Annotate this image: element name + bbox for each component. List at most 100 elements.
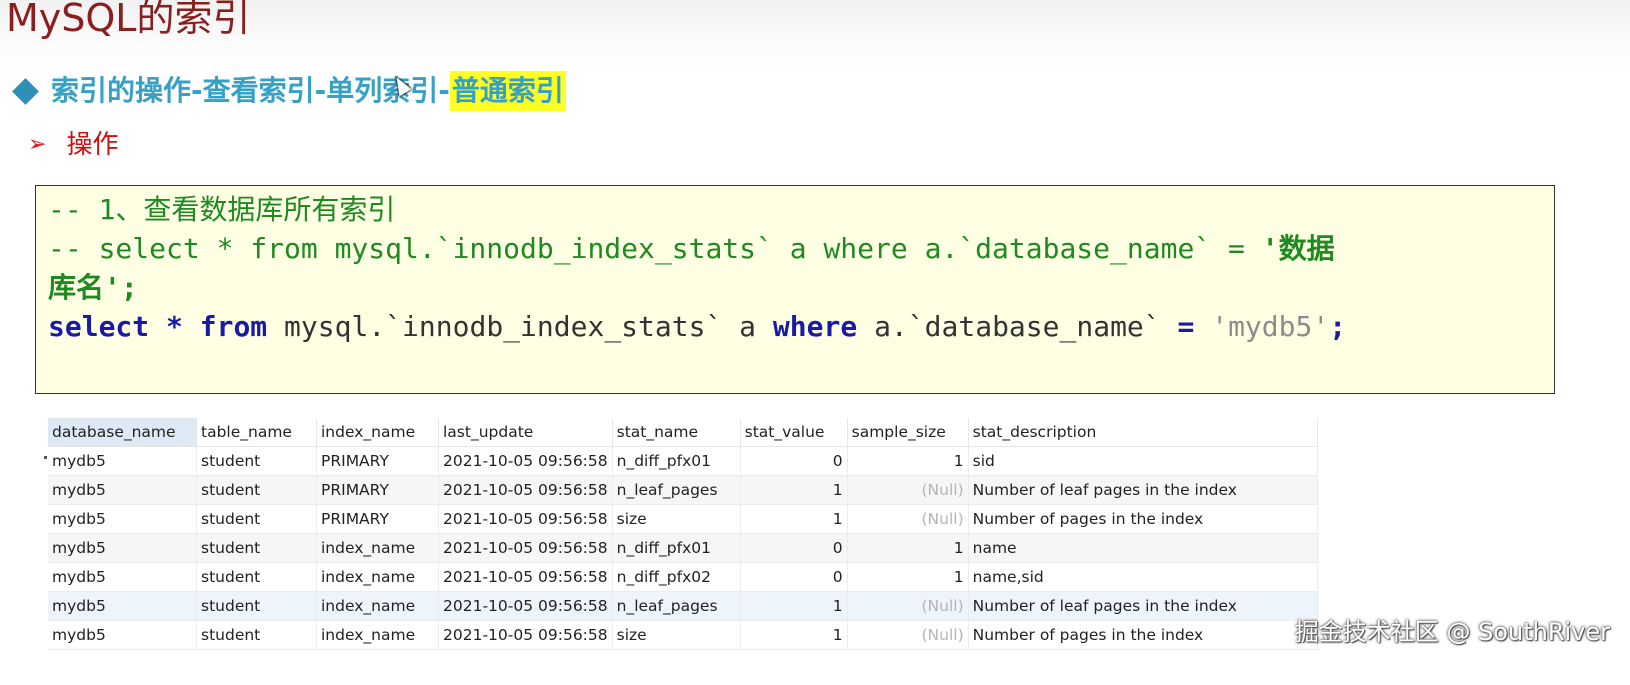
code-keyword: * [166,310,183,343]
code-line-4: select * from mysql.`innodb_index_stats`… [48,307,1542,346]
table-cell[interactable]: index_name [316,533,439,563]
table-cell[interactable]: 1 [847,562,969,592]
table-cell[interactable]: 2021-10-05 09:56:58 [438,620,613,650]
code-comment: -- 1、查看数据库所有索引 [48,193,396,226]
diamond-bullet-icon [12,77,39,105]
code-keyword: from [199,310,268,343]
table-cell[interactable]: mydb5 [48,620,197,650]
table-cell[interactable]: size [612,620,741,650]
table-cell[interactable]: name,sid [968,562,1318,592]
table-cell[interactable]: student [196,446,317,476]
table-row[interactable]: mydb5 student PRIMARY 2021-10-05 09:56:58 n_… [48,475,1318,505]
table-row[interactable]: mydb5 student index_name 2021-10-05 09:56:5… [48,620,1318,650]
code-comment-string: '数据 [1261,232,1335,265]
table-cell[interactable]: student [196,533,317,563]
code-identifier: a.`database_name` [874,310,1161,343]
column-header[interactable]: stat_name [612,418,741,447]
section-heading: 索引的操作-查看索引-单列索引- 普通索引 [10,68,566,114]
table-cell[interactable]: n_leaf_pages [612,591,741,621]
slide-title: MySQL的索引 [6,0,251,40]
slide: MySQL的索引 索引的操作-查看索引-单列索引- 普通索引 ➢ 操作 -- 1… [0,0,1630,685]
table-cell[interactable]: Number of pages in the index [968,504,1318,534]
table-cell[interactable]: 0 [740,446,848,476]
table-cell[interactable]: size [612,504,741,534]
column-header[interactable]: database_name [48,418,197,447]
table-cell[interactable]: (Null) [847,591,969,621]
column-header[interactable]: stat_value [740,418,848,447]
code-operator: = [1177,310,1195,343]
table-cell[interactable]: student [196,591,317,621]
column-header[interactable]: sample_size [847,418,969,447]
table-cell[interactable]: 2021-10-05 09:56:58 [438,533,613,563]
table-cell[interactable]: Number of leaf pages in the index [968,475,1318,505]
table-row[interactable]: mydb5 student index_name 2021-10-05 09:56:5… [48,533,1318,563]
table-cell[interactable]: 1 [847,533,969,563]
table-cell[interactable]: n_diff_pfx01 [612,446,741,476]
code-line-1: -- 1、查看数据库所有索引 [48,190,1542,229]
table-cell[interactable]: 2021-10-05 09:56:58 [438,475,613,505]
table-cell[interactable]: 1 [847,446,969,476]
code-comment-string: 库名'; [48,271,138,304]
table-cell[interactable]: 0 [740,533,848,563]
code-comment: -- select * from mysql.`innodb_index_sta… [48,232,1262,265]
table-row[interactable]: mydb5 student index_name 2021-10-05 09:56:5… [48,591,1318,621]
table-cell[interactable]: (Null) [847,475,969,505]
table-cell[interactable]: 2021-10-05 09:56:58 [438,504,613,534]
grid-header-row: database_name table_name index_name last… [48,418,1318,447]
heading-text: 索引的操作-查看索引-单列索引- [51,74,450,107]
table-cell[interactable]: student [196,475,317,505]
table-cell[interactable]: student [196,504,317,534]
code-terminator: ; [1329,310,1347,343]
table-cell[interactable]: Number of leaf pages in the index [968,591,1318,621]
table-cell[interactable]: n_leaf_pages [612,475,741,505]
table-cell[interactable]: 1 [740,591,848,621]
sub-heading: ➢ 操作 [28,130,118,160]
table-cell[interactable]: mydb5 [48,591,197,621]
table-cell[interactable]: index_name [316,620,439,650]
table-row[interactable]: mydb5 student PRIMARY 2021-10-05 09:56:58 si… [48,504,1318,534]
watermark: 掘金技术社区 @ SouthRiver [1294,618,1610,646]
table-cell[interactable]: student [196,562,317,592]
code-line-3: 库名'; [48,268,1542,307]
table-cell[interactable]: 2021-10-05 09:56:58 [438,446,613,476]
result-grid: database_name table_name index_name last… [48,418,1318,650]
table-cell[interactable]: mydb5 [48,504,197,534]
column-header[interactable]: last_update [438,418,613,447]
code-string: 'mydb5' [1211,310,1330,343]
table-cell[interactable]: index_name [316,591,439,621]
table-cell[interactable]: mydb5 [48,533,197,563]
table-cell[interactable]: 2021-10-05 09:56:58 [438,562,613,592]
table-cell[interactable]: 1 [740,620,848,650]
code-block: -- 1、查看数据库所有索引 -- select * from mysql.`i… [35,185,1555,394]
table-cell[interactable]: mydb5 [48,475,197,505]
table-cell[interactable]: sid [968,446,1318,476]
table-cell[interactable]: n_diff_pfx02 [612,562,741,592]
table-cell[interactable]: mydb5 [48,562,197,592]
table-cell[interactable]: PRIMARY [316,475,439,505]
table-cell[interactable]: (Null) [847,504,969,534]
table-cell[interactable]: name [968,533,1318,563]
table-cell[interactable]: Number of pages in the index [968,620,1318,650]
table-cell[interactable]: PRIMARY [316,504,439,534]
arrow-bullet-icon: ➢ [28,132,47,157]
code-identifier: mysql.`innodb_index_stats` a [284,310,757,343]
table-cell[interactable]: n_diff_pfx01 [612,533,741,563]
sub-heading-label: 操作 [66,130,119,160]
table-cell[interactable]: student [196,620,317,650]
column-header[interactable]: table_name [196,418,317,447]
table-row[interactable]: mydb5 student PRIMARY 2021-10-05 09:56:58 n_… [48,446,1318,476]
column-header[interactable]: index_name [316,418,439,447]
table-cell[interactable]: mydb5 [48,446,197,476]
table-cell[interactable]: (Null) [847,620,969,650]
code-keyword: where [772,310,858,343]
table-cell[interactable]: 1 [740,504,848,534]
table-cell[interactable]: 2021-10-05 09:56:58 [438,591,613,621]
table-cell[interactable]: index_name [316,562,439,592]
column-header[interactable]: stat_description [968,418,1318,447]
table-cell[interactable]: 1 [740,475,848,505]
table-row[interactable]: mydb5 student index_name 2021-10-05 09:56:5… [48,562,1318,592]
table-cell[interactable]: PRIMARY [316,446,439,476]
heading-highlight: 普通索引 [449,71,566,111]
code-keyword: select [48,310,150,343]
table-cell[interactable]: 0 [740,562,848,592]
